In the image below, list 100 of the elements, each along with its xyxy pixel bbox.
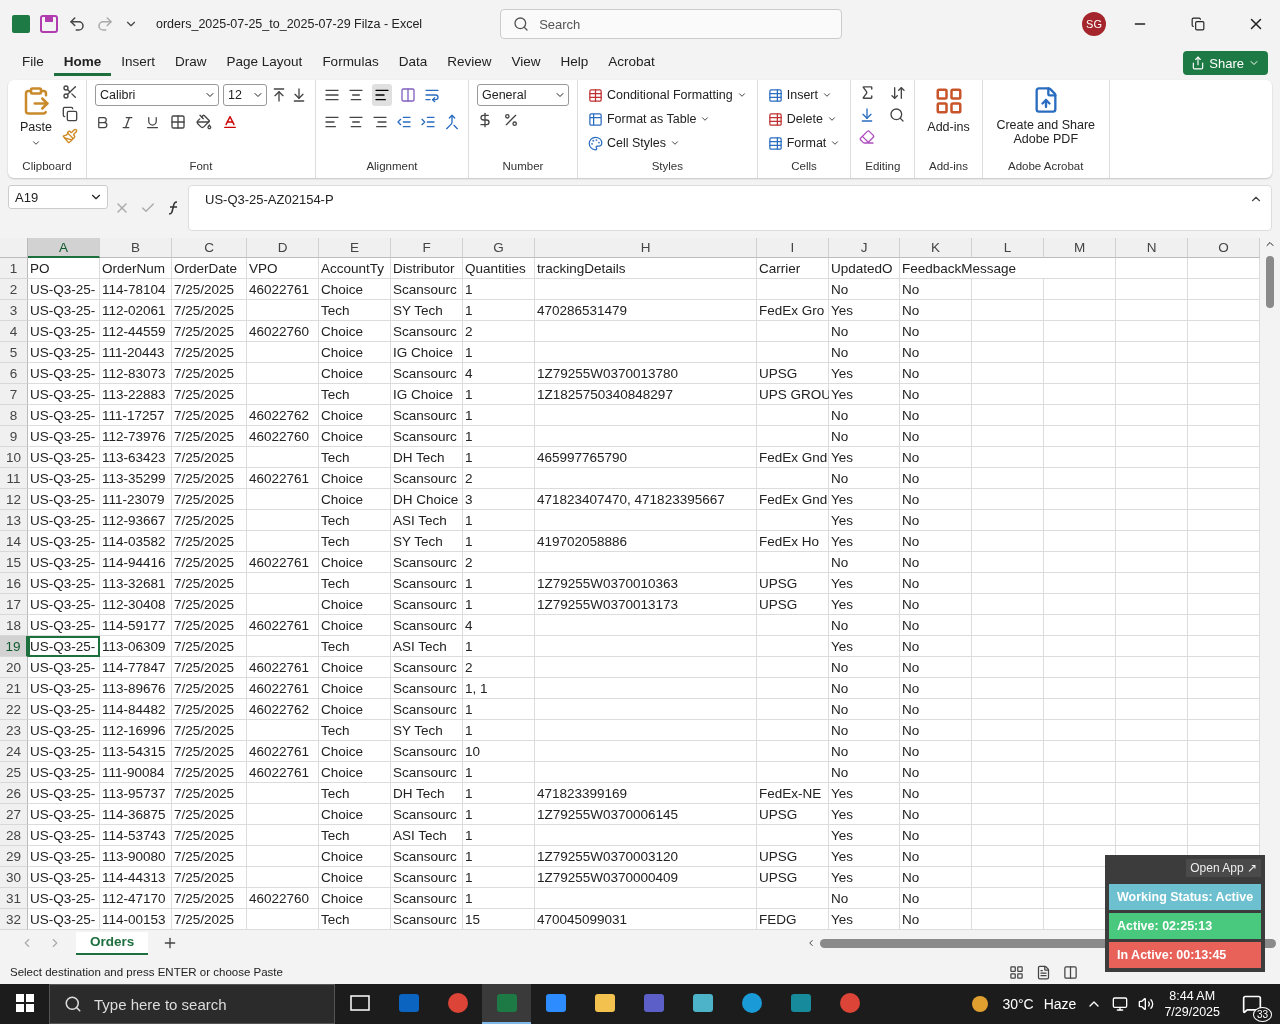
row-header[interactable]: 23	[0, 720, 28, 741]
row-header[interactable]: 19	[0, 636, 28, 657]
column-header[interactable]: H	[535, 238, 757, 258]
column-header[interactable]: G	[463, 238, 535, 258]
taskbar-search-field[interactable]: Type here to search	[49, 984, 335, 1024]
scissors-icon[interactable]	[61, 84, 78, 100]
cells-button[interactable]: Delete	[765, 108, 839, 130]
add-ins-button[interactable]: Add-ins	[923, 84, 974, 136]
row-header[interactable]: 15	[0, 552, 28, 573]
row-header[interactable]: 22	[0, 699, 28, 720]
wrap-text-icon[interactable]	[423, 87, 440, 103]
ribbon-tab[interactable]: Review	[437, 50, 502, 76]
column-header[interactable]: K	[900, 238, 972, 258]
row-header[interactable]: 25	[0, 762, 28, 783]
font-size-field[interactable]: 12	[222, 84, 267, 106]
cells-button[interactable]: Format	[765, 132, 843, 154]
ribbon-tab[interactable]: Formulas	[312, 50, 389, 76]
row-header[interactable]: 32	[0, 909, 28, 930]
column-header[interactable]: C	[172, 238, 247, 258]
fill-color-icon[interactable]	[195, 114, 212, 130]
row-header[interactable]: 14	[0, 531, 28, 552]
column-header[interactable]: O	[1188, 238, 1260, 258]
indent-decrease-icon[interactable]	[395, 114, 412, 130]
ribbon-tab[interactable]: View	[501, 50, 551, 76]
column-header[interactable]: I	[757, 238, 829, 258]
column-header[interactable]: D	[247, 238, 319, 258]
row-header[interactable]: 16	[0, 573, 28, 594]
normal-view-icon[interactable]	[1009, 964, 1024, 980]
styles-button[interactable]: Cell Styles	[585, 132, 682, 154]
align-top-icon[interactable]	[323, 87, 340, 103]
column-header[interactable]: E	[319, 238, 391, 258]
ribbon-tab[interactable]: Home	[53, 50, 112, 76]
row-header[interactable]: 6	[0, 363, 28, 384]
column-header[interactable]: F	[391, 238, 463, 258]
font-name-field[interactable]: Calibri	[94, 84, 219, 106]
sheet-tab[interactable]: Orders	[76, 931, 149, 955]
percent-icon[interactable]	[502, 112, 519, 128]
ribbon-tab[interactable]: File	[12, 50, 54, 76]
row-header[interactable]: 9	[0, 426, 28, 447]
row-header[interactable]: 28	[0, 825, 28, 846]
ribbon-tab[interactable]: Help	[550, 50, 599, 76]
row-header[interactable]: 4	[0, 321, 28, 342]
row-header[interactable]: 24	[0, 741, 28, 762]
open-app-button[interactable]: Open App ↗	[1186, 859, 1261, 877]
copy-icon[interactable]	[61, 106, 78, 122]
paintbrush-icon[interactable]	[61, 128, 78, 144]
row-header[interactable]: 10	[0, 447, 28, 468]
row-header[interactable]: 8	[0, 405, 28, 426]
app-icon[interactable]	[482, 984, 531, 1024]
undo-icon[interactable]	[68, 15, 86, 33]
sort-filter-icon[interactable]	[890, 84, 907, 101]
scroll-thumb[interactable]	[1266, 256, 1274, 308]
row-header[interactable]: 2	[0, 279, 28, 300]
column-header[interactable]: L	[972, 238, 1044, 258]
ribbon-tab[interactable]: Insert	[111, 50, 166, 76]
align-center-icon[interactable]	[347, 114, 364, 130]
share-button[interactable]: Share	[1183, 51, 1268, 75]
volume-icon[interactable]	[1138, 996, 1155, 1012]
column-header[interactable]: B	[100, 238, 172, 258]
italic-icon[interactable]	[119, 114, 135, 130]
row-header[interactable]: 26	[0, 783, 28, 804]
row-header[interactable]: 17	[0, 594, 28, 615]
row-header[interactable]: 20	[0, 657, 28, 678]
merge-icon[interactable]	[443, 114, 460, 130]
align-bottom-button[interactable]	[371, 84, 392, 106]
row-header[interactable]: 29	[0, 846, 28, 867]
column-header[interactable]: A	[28, 238, 100, 258]
row-header[interactable]: 13	[0, 510, 28, 531]
column-header[interactable]: J	[829, 238, 900, 258]
row-header[interactable]: 30	[0, 867, 28, 888]
borders-icon[interactable]	[169, 114, 186, 130]
row-header[interactable]: 1	[0, 258, 28, 279]
user-avatar[interactable]: SG	[1082, 12, 1106, 36]
ribbon-tab[interactable]: Acrobat	[598, 50, 665, 76]
row-header[interactable]: 12	[0, 489, 28, 510]
column-header[interactable]: N	[1116, 238, 1188, 258]
styles-button[interactable]: Conditional Formatting	[585, 84, 749, 106]
save-icon[interactable]	[40, 15, 58, 33]
underline-icon[interactable]	[144, 114, 160, 130]
row-header[interactable]: 21	[0, 678, 28, 699]
paste-button[interactable]: Paste	[16, 84, 56, 150]
align-right-icon[interactable]	[371, 114, 388, 130]
network-icon[interactable]	[1112, 996, 1129, 1012]
align-left-icon[interactable]	[323, 114, 340, 130]
ribbon-tab[interactable]: Data	[388, 50, 438, 76]
styles-button[interactable]: Format as Table	[585, 108, 713, 130]
cells-button[interactable]: Insert	[765, 84, 834, 106]
row-header[interactable]: 3	[0, 300, 28, 321]
row-header[interactable]: 11	[0, 468, 28, 489]
row-header[interactable]: 18	[0, 615, 28, 636]
page-layout-icon[interactable]	[1036, 964, 1051, 980]
name-box[interactable]: A19	[8, 185, 108, 209]
row-header[interactable]: 5	[0, 342, 28, 363]
search-icon[interactable]	[889, 107, 906, 123]
align-middle-icon[interactable]	[347, 87, 364, 103]
row-header[interactable]: 27	[0, 804, 28, 825]
ribbon-tab[interactable]: Page Layout	[216, 50, 313, 76]
row-header[interactable]: 7	[0, 384, 28, 405]
search-field[interactable]: Search	[500, 9, 843, 39]
eraser-icon[interactable]	[859, 129, 876, 145]
